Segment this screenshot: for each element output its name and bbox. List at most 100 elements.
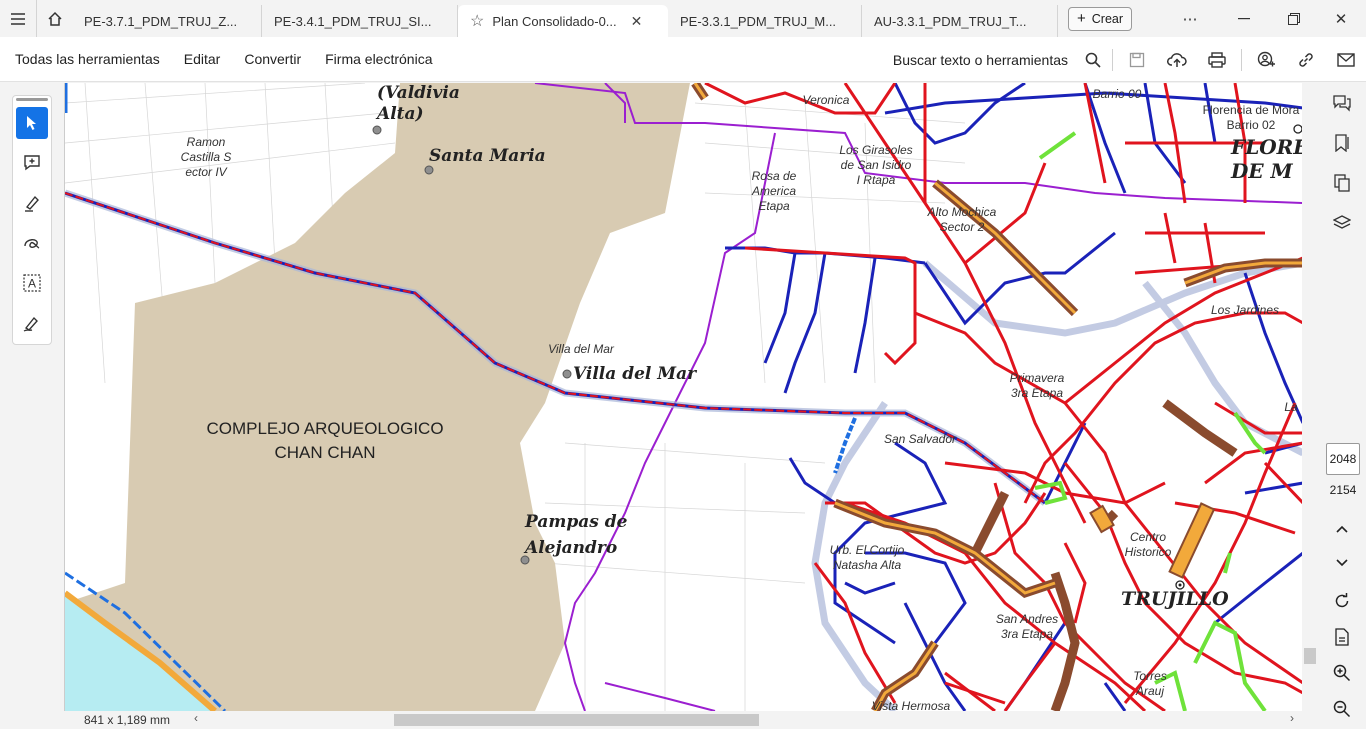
zoom-out-icon[interactable] bbox=[1318, 689, 1366, 729]
text-box-icon: A bbox=[23, 274, 41, 292]
star-icon[interactable]: ☆ bbox=[470, 11, 484, 31]
restore-icon[interactable] bbox=[1269, 0, 1319, 37]
toolbar-divider bbox=[1241, 48, 1242, 71]
menu-convert[interactable]: Convertir bbox=[244, 51, 301, 67]
link-icon[interactable] bbox=[1286, 37, 1326, 82]
upload-cloud-icon[interactable] bbox=[1157, 37, 1197, 82]
pen-highlight-icon bbox=[25, 195, 39, 212]
tab-document-4[interactable]: PE-3.3.1_PDM_TRUJ_M... bbox=[668, 5, 862, 37]
comments-icon[interactable] bbox=[1318, 83, 1366, 123]
close-tab-icon[interactable]: ✕ bbox=[631, 13, 643, 30]
search-tools-label[interactable]: Buscar texto o herramientas bbox=[893, 52, 1068, 68]
page-size-label: 841 x 1,189 mm bbox=[84, 712, 171, 727]
map-drawing bbox=[65, 83, 1302, 711]
search-icon[interactable] bbox=[1078, 37, 1108, 82]
select-tool-button[interactable] bbox=[16, 107, 48, 139]
horizontal-scrollbar[interactable]: ‹ › bbox=[194, 711, 1294, 726]
place-label-florencia: FLORE DE M bbox=[1231, 135, 1302, 183]
scroll-right-icon[interactable]: › bbox=[1290, 711, 1294, 725]
place-label-valdivia: (Valdivia Alta) bbox=[377, 83, 460, 125]
tab-document-5[interactable]: AU-3.3.1_PDM_TRUJ_T... bbox=[862, 5, 1058, 37]
tab-document-2[interactable]: PE-3.4.1_PDM_TRUJ_SI... bbox=[262, 5, 458, 37]
quick-tools-box: A bbox=[12, 95, 52, 345]
current-page-input[interactable]: 2048 bbox=[1326, 443, 1360, 475]
total-pages: 2154 bbox=[1329, 483, 1357, 497]
area-label: Veronica bbox=[802, 93, 850, 107]
horizontal-scroll-thumb[interactable] bbox=[394, 714, 759, 726]
tab-label: AU-3.3.1_PDM_TRUJ_T... bbox=[874, 13, 1027, 29]
plus-icon: + bbox=[1077, 10, 1086, 27]
place-label-trujillo: TRUJILLO bbox=[1121, 588, 1229, 610]
layers-icon[interactable] bbox=[1318, 203, 1366, 243]
right-panel: 2048 2154 bbox=[1318, 83, 1366, 728]
area-label: Torres Arauj bbox=[1133, 669, 1167, 698]
chan-chan-label: COMPLEJO ARQUEOLOGICO CHAN CHAN bbox=[206, 419, 444, 462]
page-fit-icon[interactable] bbox=[1318, 617, 1366, 657]
area-label: Urb. El Cortijo Natasha Alta bbox=[829, 543, 905, 572]
tab-bar: PE-3.7.1_PDM_TRUJ_Z... PE-3.4.1_PDM_TRUJ… bbox=[0, 0, 1366, 37]
area-label: Los Jardines bbox=[1210, 303, 1280, 317]
area-label: Alto Mochica Sector 2 bbox=[927, 205, 997, 234]
area-label: Primavera 3ra Etapa bbox=[1009, 371, 1065, 400]
area-label: San Salvador bbox=[883, 432, 957, 446]
more-options-icon[interactable]: ⋯ bbox=[1165, 0, 1215, 37]
area-label: Centro Historico bbox=[1124, 530, 1172, 559]
area-label: La bbox=[1284, 400, 1298, 414]
add-comment-tool-button[interactable] bbox=[16, 147, 48, 179]
save-icon[interactable] bbox=[1117, 37, 1157, 82]
tab-label: PE-3.7.1_PDM_TRUJ_Z... bbox=[84, 13, 238, 29]
place-label-santa-maria: Santa Maria bbox=[429, 146, 546, 166]
create-button[interactable]: + Crear bbox=[1068, 6, 1133, 31]
cursor-arrow-icon bbox=[27, 116, 36, 130]
tab-document-1[interactable]: PE-3.7.1_PDM_TRUJ_Z... bbox=[72, 5, 262, 37]
home-icon[interactable] bbox=[36, 0, 72, 37]
place-label-pampas: Pampas de Alejandro bbox=[525, 512, 628, 558]
pages-icon[interactable] bbox=[1318, 163, 1366, 203]
left-tool-panel: A bbox=[0, 83, 64, 728]
toolbar-right: Buscar texto o herramientas bbox=[893, 37, 1366, 82]
freehand-icon bbox=[24, 239, 40, 249]
zoom-in-icon[interactable] bbox=[1318, 653, 1366, 693]
sign-tool-button[interactable] bbox=[16, 307, 48, 339]
area-label: Ramon Castilla S ector IV bbox=[180, 135, 232, 179]
vertical-scrollbar[interactable] bbox=[1302, 83, 1318, 711]
tab-document-active[interactable]: ☆ Plan Consolidado-0... ✕ bbox=[458, 5, 668, 37]
tab-label: Plan Consolidado-0... bbox=[492, 13, 617, 29]
next-page-icon[interactable] bbox=[1318, 543, 1366, 583]
area-label: Florencia de Mora Barrio 02 bbox=[1202, 103, 1300, 132]
svg-text:A: A bbox=[28, 277, 36, 291]
tab-label: PE-3.4.1_PDM_TRUJ_SI... bbox=[274, 13, 432, 29]
rotate-icon[interactable] bbox=[1318, 581, 1366, 621]
email-icon[interactable] bbox=[1326, 37, 1366, 82]
create-label: Crear bbox=[1091, 11, 1124, 26]
menu-e-signature[interactable]: Firma electrónica bbox=[325, 51, 432, 67]
drag-handle[interactable] bbox=[16, 98, 48, 101]
tab-label: PE-3.3.1_PDM_TRUJ_M... bbox=[680, 13, 837, 29]
plaza-block bbox=[1089, 504, 1115, 534]
close-window-icon[interactable]: ✕ bbox=[1316, 0, 1366, 37]
text-select-tool-button[interactable]: A bbox=[16, 267, 48, 299]
menu-edit[interactable]: Editar bbox=[184, 51, 221, 67]
scroll-left-icon[interactable]: ‹ bbox=[194, 711, 198, 725]
toolbar-divider bbox=[1112, 48, 1113, 71]
draw-tool-button[interactable] bbox=[16, 227, 48, 259]
highlight-tool-button[interactable] bbox=[16, 187, 48, 219]
share-user-icon[interactable] bbox=[1246, 37, 1286, 82]
document-map-canvas[interactable]: (Valdivia Alta) Santa Maria Villa del Ma… bbox=[64, 83, 1302, 711]
area-label: San Andres 3ra Etapa bbox=[995, 612, 1059, 641]
area-label: Vista Hermosa bbox=[871, 699, 951, 711]
menu-all-tools[interactable]: Todas las herramientas bbox=[15, 51, 160, 67]
print-icon[interactable] bbox=[1197, 37, 1237, 82]
area-label: Villa del Mar bbox=[548, 342, 614, 356]
place-label-villa-del-mar: Villa del Mar bbox=[573, 364, 697, 384]
comment-add-icon bbox=[24, 155, 40, 171]
area-label: Rosa de America Etapa bbox=[751, 169, 797, 213]
area-label: Los Girasoles de San Isidro I Rtapa bbox=[839, 143, 913, 187]
minimize-icon[interactable] bbox=[1219, 0, 1269, 37]
vertical-scroll-thumb[interactable] bbox=[1304, 648, 1316, 664]
area-label: Barrio 00 bbox=[1092, 87, 1142, 101]
signature-pen-icon bbox=[23, 316, 38, 332]
hamburger-menu-icon[interactable] bbox=[0, 0, 36, 37]
bookmark-icon[interactable] bbox=[1318, 123, 1366, 163]
status-bar: 841 x 1,189 mm ‹ › bbox=[64, 711, 1302, 728]
